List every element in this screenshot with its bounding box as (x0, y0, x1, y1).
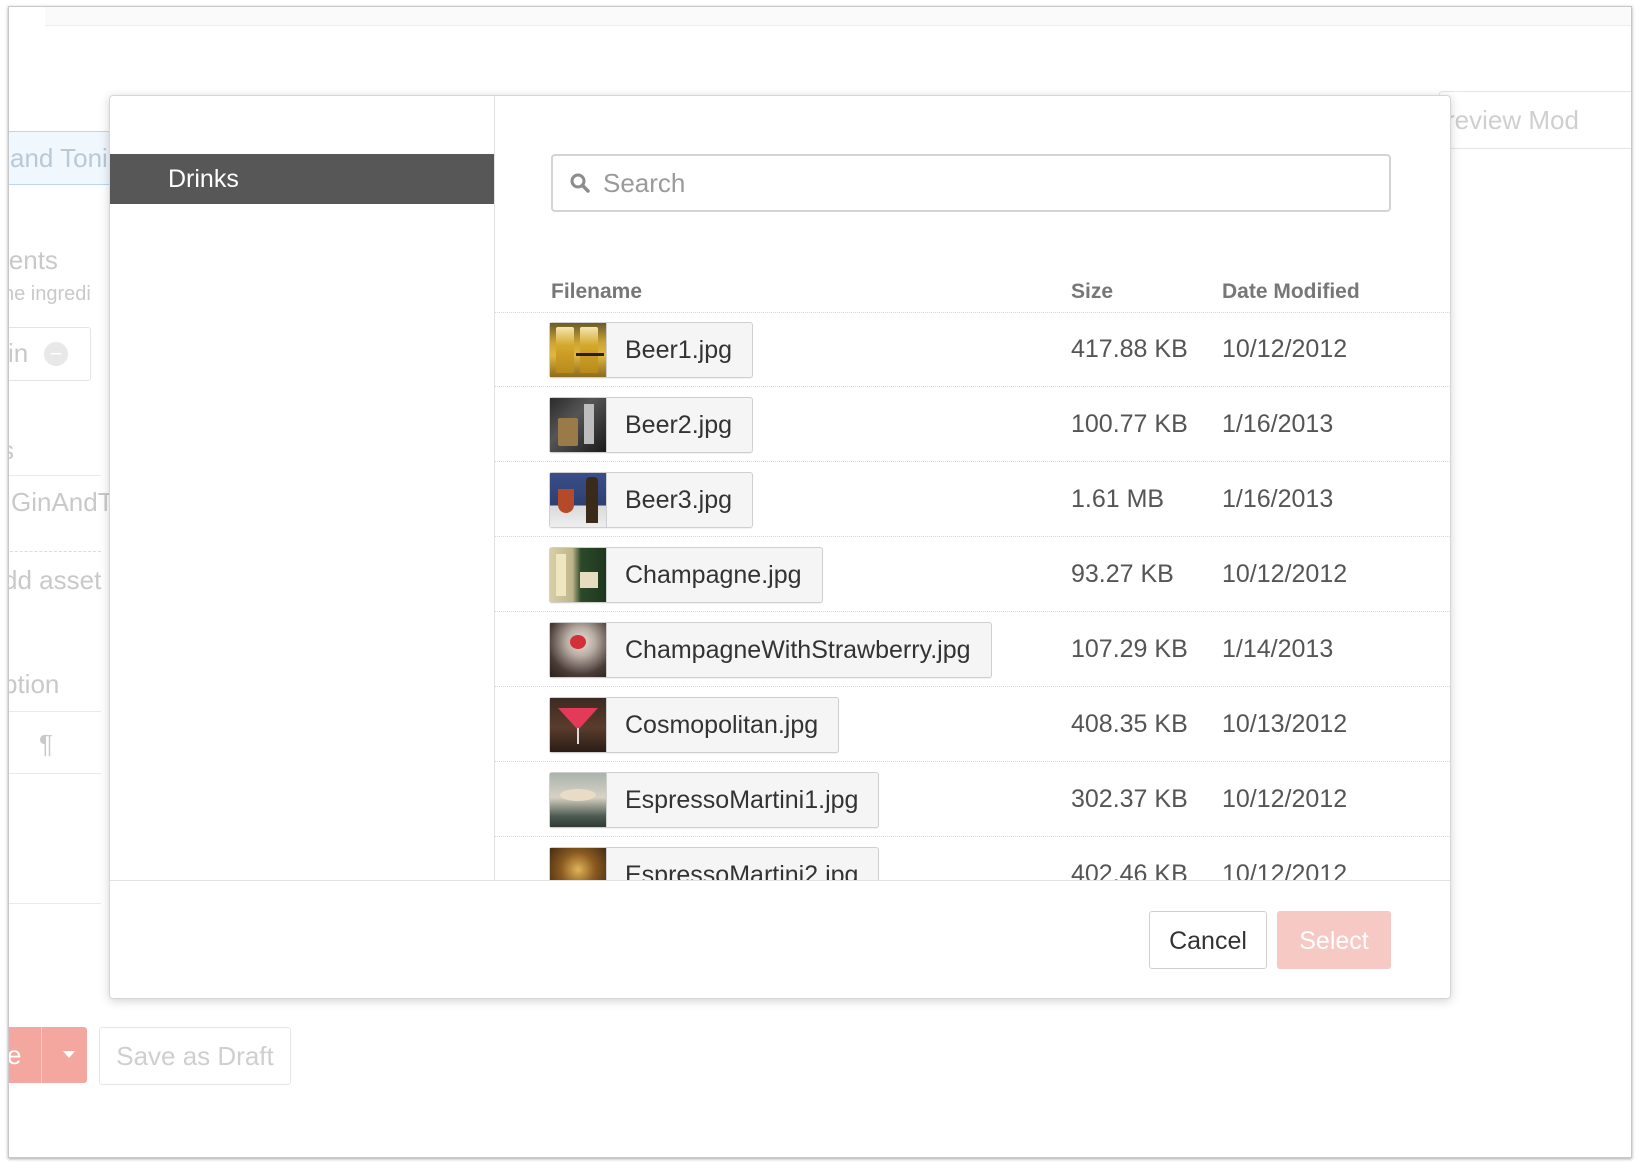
pilcrow-icon[interactable]: ¶ (39, 729, 53, 760)
table-row[interactable]: Champagne.jpg 93.27 KB 10/12/2012 (495, 537, 1450, 612)
file-list: Beer1.jpg 417.88 KB 10/12/2012 Beer2.jpg… (495, 312, 1450, 880)
modal-footer: Cancel Select (110, 880, 1450, 998)
search-icon (570, 173, 590, 193)
cancel-button[interactable]: Cancel (1149, 911, 1267, 969)
sidebar-item-drinks[interactable]: Drinks (110, 154, 494, 204)
publish-label: e (8, 1040, 22, 1070)
ingredient-chip[interactable]: in − (8, 327, 91, 381)
espresso-martini-2-thumbnail (550, 848, 607, 880)
date-modified: 10/12/2012 (1222, 335, 1348, 363)
beer-glasses-thumbnail (550, 323, 607, 377)
table-row[interactable]: Beer3.jpg 1.61 MB 1/16/2013 (495, 462, 1450, 537)
column-header-filename[interactable]: Filename (551, 280, 642, 304)
file-size: 1.61 MB (1071, 485, 1165, 513)
filename: Beer3.jpg (625, 486, 733, 514)
beer-bar-thumbnail (550, 398, 607, 452)
asset-list-panel: Filename Size Date Modified Beer1.jpg (495, 96, 1450, 880)
file-chip[interactable]: EspressoMartini1.jpg (549, 772, 880, 828)
save-as-draft-button[interactable]: Save as Draft (99, 1027, 291, 1085)
asset-name: GinAndT (11, 487, 114, 517)
top-bar (45, 7, 1631, 26)
file-chip[interactable]: Beer2.jpg (549, 397, 754, 453)
file-size: 107.29 KB (1071, 635, 1188, 663)
file-size: 417.88 KB (1071, 335, 1188, 363)
file-chip[interactable]: Beer1.jpg (549, 322, 754, 378)
divider (9, 475, 101, 476)
ingredients-label: ients (8, 245, 58, 275)
ingredient-chip-label: in (8, 338, 29, 368)
column-header-size[interactable]: Size (1071, 280, 1113, 304)
file-chip[interactable]: Champagne.jpg (549, 547, 823, 603)
publish-button[interactable]: e (8, 1027, 87, 1083)
divider (9, 551, 101, 552)
table-row[interactable]: Beer2.jpg 100.77 KB 1/16/2013 (495, 387, 1450, 462)
description-label: ption (8, 669, 60, 699)
file-size: 402.46 KB (1071, 860, 1188, 880)
preview-mode-button[interactable]: review Mod (1439, 91, 1631, 149)
date-modified: 10/12/2012 (1222, 560, 1348, 588)
champagne-strawberry-thumbnail (550, 623, 607, 677)
app-window: and Tonic ients he ingredi in − s GinAnd… (8, 6, 1632, 1158)
table-header: Filename Size Date Modified (495, 274, 1450, 313)
select-button[interactable]: Select (1277, 911, 1391, 969)
remove-icon[interactable]: − (44, 342, 68, 366)
asset-picker-modal: Drinks Filename Size Date Modified (109, 95, 1451, 999)
date-modified: 1/16/2013 (1222, 410, 1334, 438)
caret-down-icon[interactable] (63, 1051, 75, 1058)
file-chip[interactable]: Beer3.jpg (549, 472, 754, 528)
file-size: 302.37 KB (1071, 785, 1188, 813)
cosmopolitan-thumbnail (550, 698, 607, 752)
split-separator (41, 1027, 42, 1083)
filename: ChampagneWithStrawberry.jpg (625, 636, 971, 664)
assets-label: s (9, 435, 14, 466)
ingredients-hint: he ingredi (8, 283, 91, 305)
date-modified: 10/12/2012 (1222, 860, 1348, 880)
divider (9, 711, 101, 712)
column-header-date-modified[interactable]: Date Modified (1222, 280, 1360, 304)
date-modified: 1/16/2013 (1222, 485, 1334, 513)
file-size: 408.35 KB (1071, 710, 1188, 738)
search-input[interactable] (603, 156, 1363, 210)
file-chip[interactable]: Cosmopolitan.jpg (549, 697, 840, 753)
filename: EspressoMartini2.jpg (625, 861, 859, 880)
table-row[interactable]: EspressoMartini1.jpg 302.37 KB 10/12/201… (495, 762, 1450, 837)
divider (9, 773, 101, 774)
filename: Beer1.jpg (625, 336, 733, 364)
search-box[interactable] (551, 154, 1391, 212)
add-asset-link[interactable]: dd asset (9, 565, 101, 596)
table-row[interactable]: Beer1.jpg 417.88 KB 10/12/2012 (495, 312, 1450, 387)
filename: Cosmopolitan.jpg (625, 711, 819, 739)
filename: EspressoMartini1.jpg (625, 786, 859, 814)
file-size: 100.77 KB (1071, 410, 1188, 438)
filename: Beer2.jpg (625, 411, 733, 439)
table-row[interactable]: ChampagneWithStrawberry.jpg 107.29 KB 1/… (495, 612, 1450, 687)
espresso-martini-thumbnail (550, 773, 607, 827)
file-size: 93.27 KB (1071, 560, 1174, 588)
date-modified: 10/13/2012 (1222, 710, 1348, 738)
folder-sidebar: Drinks (110, 96, 495, 880)
table-row[interactable]: EspressoMartini2.jpg 402.46 KB 10/12/201… (495, 837, 1450, 880)
date-modified: 10/12/2012 (1222, 785, 1348, 813)
file-chip[interactable]: EspressoMartini2.jpg (549, 847, 880, 880)
date-modified: 1/14/2013 (1222, 635, 1334, 663)
beer-bottle-thumbnail (550, 473, 607, 527)
divider (9, 903, 101, 904)
table-row[interactable]: Cosmopolitan.jpg 408.35 KB 10/13/2012 (495, 687, 1450, 762)
file-chip[interactable]: ChampagneWithStrawberry.jpg (549, 622, 992, 678)
entry-title-input[interactable]: and Tonic (9, 131, 121, 185)
champagne-bottle-thumbnail (550, 548, 607, 602)
filename: Champagne.jpg (625, 561, 802, 589)
